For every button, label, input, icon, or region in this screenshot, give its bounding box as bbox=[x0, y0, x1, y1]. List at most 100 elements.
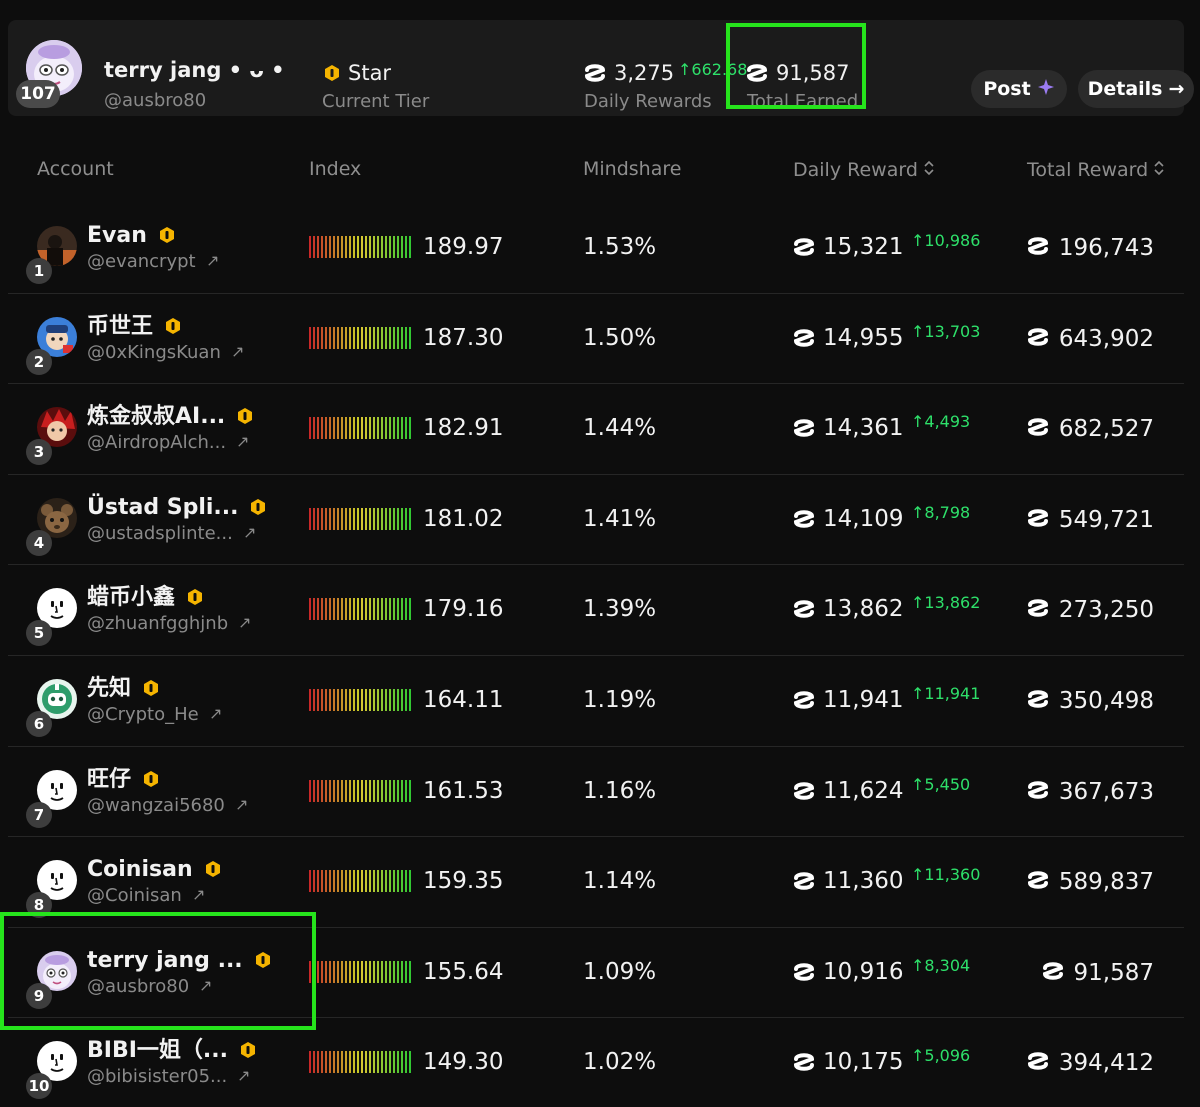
post-button[interactable]: Post bbox=[971, 70, 1067, 108]
account-handle[interactable]: @bibisister05... bbox=[87, 1068, 227, 1086]
daily-reward-value: 14,109 bbox=[823, 505, 904, 532]
my-row-highlight bbox=[0, 912, 316, 1030]
account-name[interactable]: 蜡币小鑫 bbox=[87, 587, 175, 609]
external-link-icon[interactable]: ↗ bbox=[243, 524, 256, 541]
external-link-icon[interactable]: ↗ bbox=[192, 887, 205, 903]
rank-badge: 1 bbox=[26, 258, 52, 284]
reward-token-icon bbox=[793, 237, 815, 261]
total-reward-cell: 350,498 bbox=[1027, 689, 1154, 714]
total-reward-cell: 91,587 bbox=[1042, 961, 1154, 986]
daily-reward-delta: ↑13,703 bbox=[911, 321, 981, 341]
rank-badge: 7 bbox=[26, 801, 52, 828]
external-link-icon[interactable]: ↗ bbox=[231, 343, 244, 360]
total-reward-cell: 273,250 bbox=[1027, 598, 1154, 623]
daily-reward-delta: ↑5,096 bbox=[911, 1046, 971, 1066]
index-value: 181.02 bbox=[423, 505, 504, 532]
total-reward-value: 273,250 bbox=[1058, 597, 1154, 624]
daily-reward-value: 14,361 bbox=[823, 415, 904, 442]
reward-token-icon bbox=[1042, 961, 1064, 986]
reward-token-icon bbox=[1027, 236, 1049, 261]
tier-hexagon-icon bbox=[237, 407, 253, 429]
mindshare-value: 1.02% bbox=[583, 1049, 657, 1076]
index-value: 179.16 bbox=[423, 596, 504, 623]
tier-hexagon-icon bbox=[324, 64, 340, 86]
my-display-name: terry jang • ᴗ • bbox=[104, 58, 285, 82]
daily-reward-value: 13,862 bbox=[823, 596, 904, 623]
account-name[interactable]: Evan bbox=[87, 225, 147, 247]
daily-reward-delta: ↑13,862 bbox=[911, 593, 981, 613]
table-row[interactable]: 3 炼金叔叔AI... @AirdropAlch... ↗ 182.91 1.44% 14,… bbox=[8, 384, 1184, 475]
account-handle[interactable]: @AirdropAlch... bbox=[87, 434, 226, 452]
reward-token-icon bbox=[1027, 417, 1049, 442]
account-name[interactable]: 炼金叔叔AI... bbox=[87, 406, 225, 428]
arrow-right-icon: → bbox=[1168, 78, 1185, 100]
account-name[interactable]: 币世王 bbox=[87, 315, 153, 338]
account-handle[interactable]: @Crypto_He bbox=[87, 705, 199, 724]
column-header-total-reward[interactable]: Total Reward bbox=[1027, 160, 1164, 180]
external-link-icon[interactable]: ↗ bbox=[235, 796, 248, 813]
total-reward-cell: 549,721 bbox=[1027, 508, 1154, 533]
external-link-icon[interactable]: ↗ bbox=[206, 253, 219, 269]
total-reward-value: 682,527 bbox=[1058, 416, 1154, 443]
account-handle[interactable]: @Coinisan bbox=[87, 887, 182, 905]
index-bar-meter bbox=[309, 688, 413, 715]
mindshare-value: 1.09% bbox=[583, 958, 657, 985]
reward-token-icon bbox=[793, 328, 815, 352]
account-name[interactable]: 旺仔 bbox=[87, 768, 131, 791]
account-handle[interactable]: @0xKingsKuan bbox=[87, 343, 221, 362]
external-link-icon[interactable]: ↗ bbox=[209, 705, 222, 722]
external-link-icon[interactable]: ↗ bbox=[238, 615, 251, 631]
external-link-icon[interactable]: ↗ bbox=[236, 434, 249, 450]
reward-token-icon bbox=[793, 871, 815, 895]
reward-token-icon bbox=[584, 63, 606, 87]
mindshare-value: 1.53% bbox=[583, 234, 657, 260]
rank-badge: 5 bbox=[26, 620, 52, 647]
table-row[interactable]: 7 旺仔 @wangzai5680 ↗ 161.53 1.16% 11,624 ↑5,450 3… bbox=[8, 747, 1184, 838]
index-bar-meter bbox=[309, 417, 413, 443]
reward-token-icon bbox=[793, 509, 815, 533]
index-bar-meter bbox=[309, 870, 413, 896]
details-button[interactable]: Details → bbox=[1078, 70, 1194, 108]
total-reward-value: 91,587 bbox=[1073, 959, 1154, 986]
external-link-icon[interactable]: ↗ bbox=[237, 1068, 250, 1084]
rank-badge: 10 bbox=[26, 1073, 52, 1100]
table-row[interactable]: 4 Üstad Spli... @ustadsplinte... ↗ 181.02 1.4… bbox=[8, 475, 1184, 566]
account-handle[interactable]: @wangzai5680 bbox=[87, 796, 225, 815]
reward-token-icon bbox=[793, 1052, 815, 1076]
account-name[interactable]: BIBI一姐（... bbox=[87, 1040, 228, 1062]
account-handle[interactable]: @ustadsplinte... bbox=[87, 524, 233, 543]
reward-token-icon bbox=[793, 962, 815, 986]
tier-hexagon-icon bbox=[240, 1041, 256, 1063]
index-bar-meter bbox=[309, 1051, 413, 1077]
table-row[interactable]: 10 BIBI一姐（... @bibisister05... ↗ 149.30 1.02%… bbox=[8, 1018, 1184, 1107]
index-value: 159.35 bbox=[423, 868, 504, 895]
account-handle[interactable]: @evancrypt bbox=[87, 253, 196, 271]
daily-reward-value: 10,916 bbox=[823, 958, 904, 985]
sort-icon bbox=[1154, 160, 1164, 180]
account-name[interactable]: 先知 bbox=[87, 677, 131, 700]
mindshare-value: 1.44% bbox=[583, 415, 657, 442]
table-row[interactable]: 6 先知 @Crypto_He ↗ 164.11 1.19% 11,941 ↑11,941 35… bbox=[8, 656, 1184, 747]
daily-reward-delta: ↑4,493 bbox=[911, 412, 971, 432]
column-header-daily-reward[interactable]: Daily Reward bbox=[793, 160, 934, 180]
sparkle-icon bbox=[1037, 78, 1055, 101]
daily-reward-delta: ↑8,304 bbox=[911, 955, 971, 975]
daily-reward-delta: ↑11,360 bbox=[911, 865, 981, 885]
account-name[interactable]: Coinisan bbox=[87, 859, 193, 881]
total-reward-value: 394,412 bbox=[1058, 1050, 1154, 1077]
table-row[interactable]: 2 币世王 @0xKingsKuan ↗ 187.30 1.50% 14,955 ↑13,70… bbox=[8, 294, 1184, 385]
current-tier-label: Current Tier bbox=[322, 91, 430, 112]
rank-badge: 4 bbox=[26, 529, 52, 556]
table-row[interactable]: 1 Evan @evancrypt ↗ 189.97 1.53% 15,321 ↑10,986… bbox=[8, 203, 1184, 294]
mindshare-value: 1.19% bbox=[583, 686, 657, 713]
account-name[interactable]: Üstad Spli... bbox=[87, 496, 238, 519]
index-bar-meter bbox=[309, 960, 413, 987]
index-bar-meter bbox=[309, 598, 413, 624]
total-reward-cell: 367,673 bbox=[1027, 780, 1154, 805]
my-summary-card: 107 terry jang • ᴗ • @ausbro80 Star Curr… bbox=[8, 20, 1194, 116]
column-header-index: Index bbox=[309, 158, 362, 180]
my-handle: @ausbro80 bbox=[104, 90, 207, 111]
table-row[interactable]: 5 蜡币小鑫 @zhuanfgghjnb ↗ 179.16 1.39% 13,862 ↑13,… bbox=[8, 565, 1184, 656]
index-value: 161.53 bbox=[423, 777, 504, 804]
account-handle[interactable]: @zhuanfgghjnb bbox=[87, 615, 228, 633]
